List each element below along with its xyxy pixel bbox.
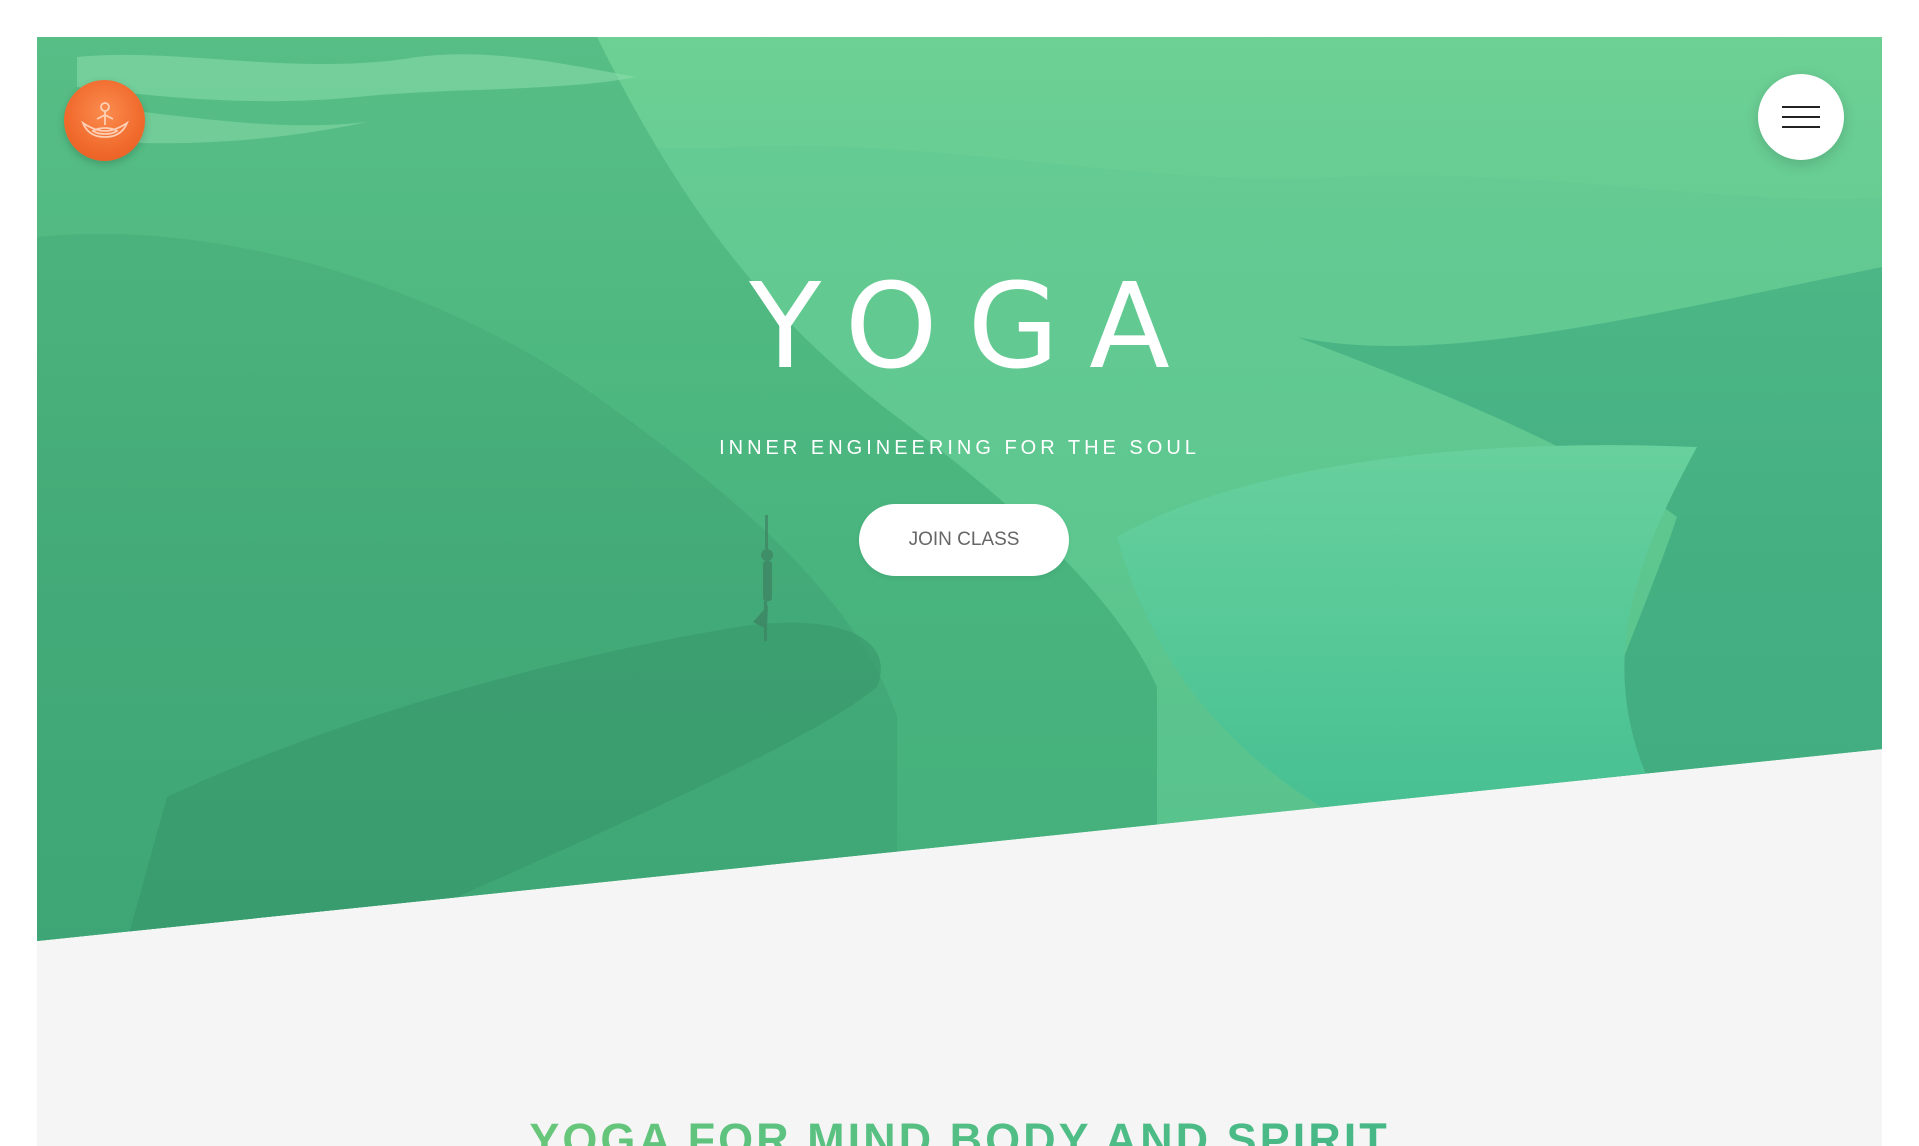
join-class-button[interactable]: JOIN CLASS [859,504,1069,576]
section-heading: YOGA FOR MIND,BODY AND SPIRIT [37,1114,1882,1146]
hero-section: YOGA INNER ENGINEERING FOR THE SOUL JOIN… [37,37,1882,941]
meditation-lotus-icon [80,101,129,138]
hamburger-menu-icon [1782,106,1820,128]
hero-color-overlay [37,37,1882,941]
menu-button[interactable] [1758,74,1844,160]
site-logo[interactable] [64,80,145,161]
hero-subtitle: INNER ENGINEERING FOR THE SOUL [719,437,1200,459]
section-heading-text: YOGA FOR MIND,BODY AND SPIRIT [529,1114,1390,1146]
hero-title: YOGA [749,257,1200,395]
page-frame: YOGA INNER ENGINEERING FOR THE SOUL JOIN… [37,37,1882,1146]
